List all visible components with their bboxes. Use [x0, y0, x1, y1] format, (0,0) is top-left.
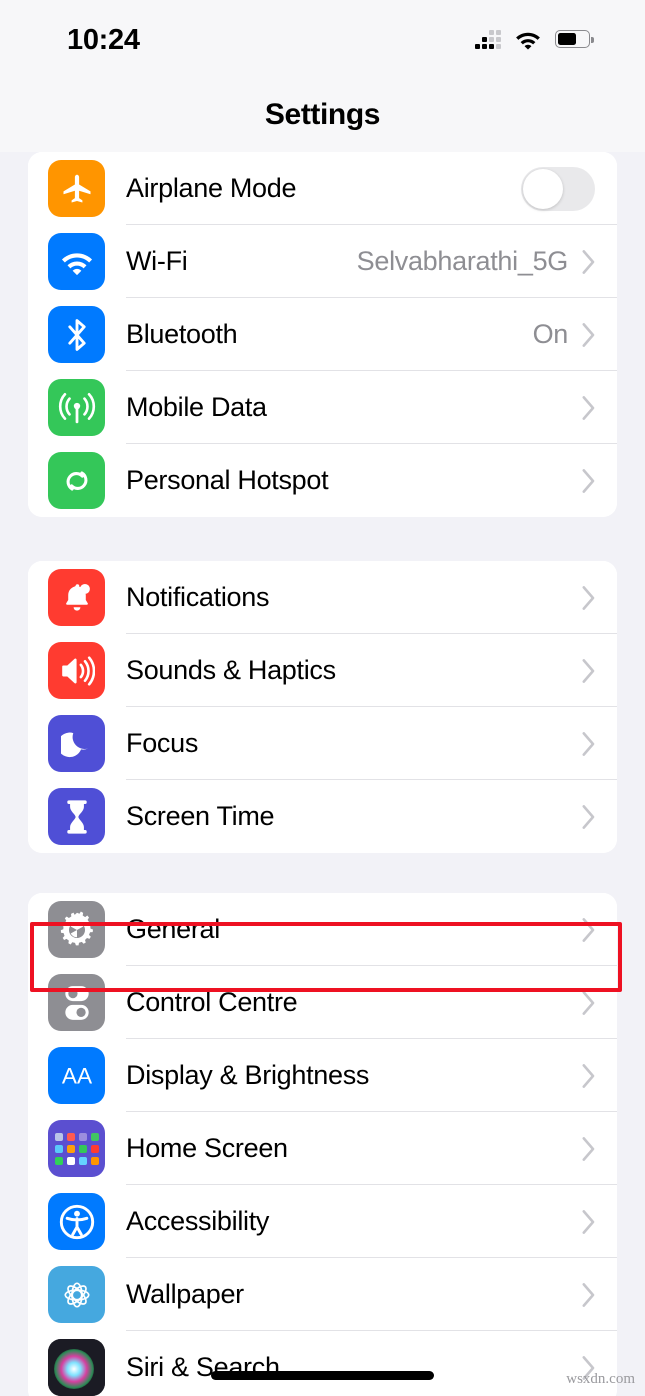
settings-row-focus[interactable]: Focus [28, 707, 617, 780]
settings-row-label: Home Screen [126, 1133, 288, 1163]
wifi-icon [48, 233, 105, 290]
accessibility-person-icon [48, 1193, 105, 1250]
navigation-bar: Settings [0, 78, 645, 152]
settings-row-label: Focus [126, 728, 199, 758]
gear-icon [48, 901, 105, 958]
hotspot-link-icon [48, 452, 105, 509]
settings-row-label: Wi-Fi [126, 246, 188, 276]
cellular-signal-dots-icon [475, 29, 501, 49]
chevron-right-icon [582, 468, 595, 493]
bluetooth-state-value: On [532, 319, 569, 349]
airplane-mode-toggle[interactable] [521, 166, 595, 211]
settings-group-system: General Control Centre AA Display & Brig… [28, 893, 617, 1396]
app-grid-icon [48, 1120, 105, 1177]
chevron-right-icon [582, 917, 595, 942]
chevron-right-icon [582, 990, 595, 1015]
settings-list: Airplane Mode Wi-Fi Selvabharathi_5G Blu… [0, 152, 645, 1396]
toggle-knob [523, 168, 563, 209]
settings-row-bluetooth[interactable]: Bluetooth On [28, 298, 617, 371]
chevron-right-icon [582, 249, 595, 274]
chevron-right-icon [582, 804, 595, 829]
settings-row-airplane-mode[interactable]: Airplane Mode [28, 152, 617, 225]
status-bar: 10:24 [0, 0, 645, 78]
cellular-antenna-icon [48, 379, 105, 436]
settings-group-alerts: Notifications Sounds & Haptics Focus Scr… [28, 561, 617, 853]
siri-orb-icon [48, 1339, 105, 1396]
settings-row-label: Mobile Data [126, 392, 267, 422]
hourglass-icon [48, 788, 105, 845]
settings-row-mobile-data[interactable]: Mobile Data [28, 371, 617, 444]
settings-row-label: Notifications [126, 582, 270, 612]
chevron-right-icon [582, 1136, 595, 1161]
iphone-settings-screen: 10:24 Settings Airplane Mode Wi-Fi Selva… [0, 0, 645, 1396]
watermark-label: wsxdn.com [566, 1371, 635, 1387]
settings-row-notifications[interactable]: Notifications [28, 561, 617, 634]
speaker-waves-icon [48, 642, 105, 699]
settings-row-screen-time[interactable]: Screen Time [28, 780, 617, 853]
status-bar-indicators [475, 28, 594, 50]
settings-row-sounds-haptics[interactable]: Sounds & Haptics [28, 634, 617, 707]
battery-icon [555, 30, 594, 48]
settings-row-label: Airplane Mode [126, 173, 297, 203]
settings-row-wallpaper[interactable]: Wallpaper [28, 1258, 617, 1331]
chevron-right-icon [582, 658, 595, 683]
bluetooth-icon [48, 306, 105, 363]
page-title: Settings [264, 98, 381, 131]
settings-row-general[interactable]: General [28, 893, 617, 966]
settings-row-label: Sounds & Haptics [126, 655, 336, 685]
settings-row-wifi[interactable]: Wi-Fi Selvabharathi_5G [28, 225, 617, 298]
bell-icon [48, 569, 105, 626]
chevron-right-icon [582, 395, 595, 420]
settings-row-display-brightness[interactable]: AA Display & Brightness [28, 1039, 617, 1112]
settings-row-label: General [126, 914, 220, 944]
chevron-right-icon [582, 1063, 595, 1088]
settings-row-siri-search[interactable]: Siri & Search [28, 1331, 617, 1396]
settings-row-label: Screen Time [126, 801, 275, 831]
settings-row-control-centre[interactable]: Control Centre [28, 966, 617, 1039]
settings-row-label: Display & Brightness [126, 1060, 370, 1090]
settings-row-personal-hotspot[interactable]: Personal Hotspot [28, 444, 617, 517]
settings-group-connectivity: Airplane Mode Wi-Fi Selvabharathi_5G Blu… [28, 152, 617, 517]
settings-row-accessibility[interactable]: Accessibility [28, 1185, 617, 1258]
home-indicator-bar [211, 1371, 434, 1380]
settings-row-label: Personal Hotspot [126, 465, 329, 495]
chevron-right-icon [582, 585, 595, 610]
chevron-right-icon [582, 731, 595, 756]
control-toggles-icon [48, 974, 105, 1031]
wifi-network-value: Selvabharathi_5G [356, 246, 569, 276]
aa-text-size-icon: AA [48, 1047, 105, 1104]
chevron-right-icon [582, 1209, 595, 1234]
settings-row-home-screen[interactable]: Home Screen [28, 1112, 617, 1185]
svg-text:AA: AA [61, 1063, 92, 1088]
settings-row-label: Wallpaper [126, 1279, 244, 1309]
settings-row-label: Bluetooth [126, 319, 238, 349]
flower-wallpaper-icon [48, 1266, 105, 1323]
chevron-right-icon [582, 322, 595, 347]
settings-row-label: Control Centre [126, 987, 298, 1017]
moon-icon [48, 715, 105, 772]
wifi-icon [516, 32, 540, 50]
status-bar-clock: 10:24 [67, 24, 140, 56]
chevron-right-icon [582, 1282, 595, 1307]
settings-row-label: Accessibility [126, 1206, 270, 1236]
airplane-icon [48, 160, 105, 217]
